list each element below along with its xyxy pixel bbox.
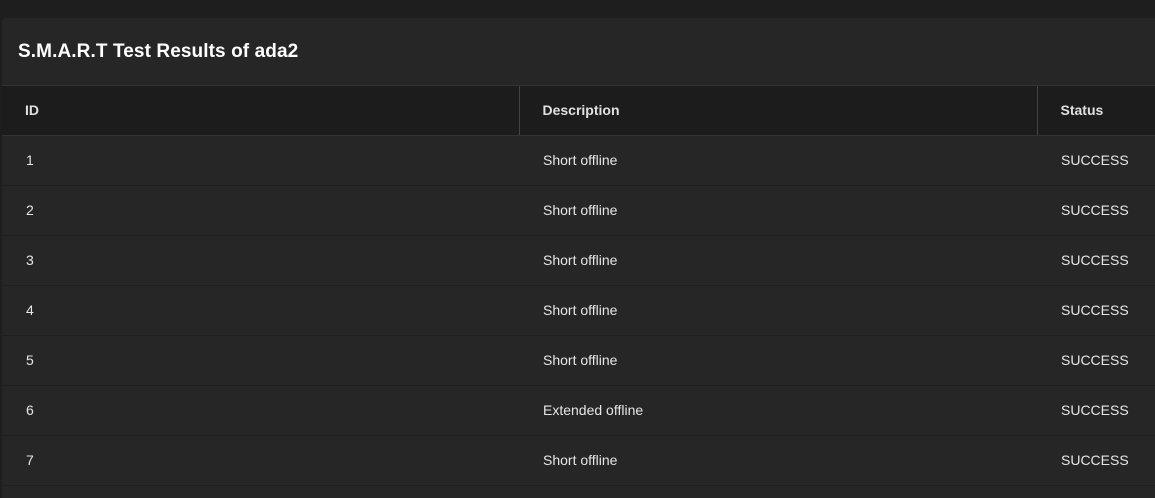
row-id-cell: 3 xyxy=(2,235,519,286)
card-title: S.M.A.R.T Test Results of ada2 xyxy=(18,40,299,62)
column-header-description[interactable]: Description xyxy=(518,86,1037,136)
row-description-cell: Extended offline xyxy=(519,385,1037,436)
row-description-cell: Short offline xyxy=(519,285,1037,336)
row-description-cell: Short offline xyxy=(519,135,1037,186)
table-row[interactable]: 6 Extended offline SUCCESS xyxy=(2,385,1155,436)
table-row[interactable]: 4 Short offline SUCCESS xyxy=(2,285,1155,336)
row-id-cell: 1 xyxy=(2,135,519,186)
row-description-cell: Short offline xyxy=(519,185,1037,236)
row-id-cell: 7 xyxy=(2,435,519,486)
table-row[interactable]: 2 Short offline SUCCESS xyxy=(2,185,1155,236)
row-description-cell: Short offline xyxy=(519,335,1037,386)
row-id-cell: 2 xyxy=(2,185,519,236)
row-status-cell: SUCCESS xyxy=(1037,435,1155,486)
column-header-status[interactable]: Status xyxy=(1036,86,1155,136)
row-id-cell: 5 xyxy=(2,335,519,386)
row-status-cell: SUCCESS xyxy=(1037,385,1155,436)
table-row[interactable]: 3 Short offline SUCCESS xyxy=(2,235,1155,286)
row-id-cell: 4 xyxy=(2,285,519,336)
row-id-cell: 6 xyxy=(2,385,519,436)
card-header: S.M.A.R.T Test Results of ada2 xyxy=(2,18,1155,86)
row-status-cell: SUCCESS xyxy=(1037,335,1155,386)
row-status-cell: SUCCESS xyxy=(1037,185,1155,236)
table-header-row: ID Description Status xyxy=(2,86,1155,136)
row-description-cell: Short offline xyxy=(519,235,1037,286)
table-row[interactable]: 1 Short offline SUCCESS xyxy=(2,135,1155,186)
smart-results-table: ID Description Status 1 Short offline SU… xyxy=(2,86,1155,486)
column-header-id[interactable]: ID xyxy=(2,86,519,136)
row-description-cell: Short offline xyxy=(519,435,1037,486)
row-status-cell: SUCCESS xyxy=(1037,135,1155,186)
smart-results-card: S.M.A.R.T Test Results of ada2 ID Descri… xyxy=(2,18,1155,498)
row-status-cell: SUCCESS xyxy=(1037,235,1155,286)
table-row[interactable]: 7 Short offline SUCCESS xyxy=(2,435,1155,486)
table-row[interactable]: 5 Short offline SUCCESS xyxy=(2,335,1155,386)
row-status-cell: SUCCESS xyxy=(1037,285,1155,336)
